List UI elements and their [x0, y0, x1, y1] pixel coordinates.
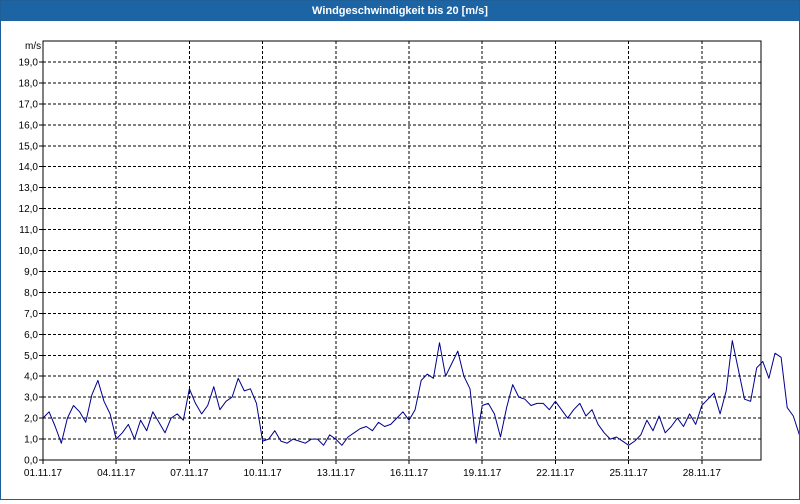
x-tick-label: 01.11.17 — [24, 468, 63, 479]
y-tick-label: 18,0 — [19, 78, 39, 89]
y-tick-label: 7,0 — [24, 309, 38, 320]
chart-window: Windgeschwindigkeit bis 20 [m/s] m/s 0,0… — [0, 0, 800, 500]
plot-area: m/s 0,0 1,0 2,0 3,0 4,0 5,0 6,0 7,0 8,0 9,0 10,0 11… — [1, 21, 800, 499]
window-title: Windgeschwindigkeit bis 20 [m/s] — [1, 1, 799, 21]
y-tick-label: 4,0 — [24, 372, 38, 383]
wind-speed-series-line — [42, 340, 800, 446]
x-tick-label: 07.11.17 — [170, 468, 209, 479]
x-tick-label: 10.11.17 — [244, 468, 283, 479]
x-tick-label: 04.11.17 — [97, 468, 136, 479]
y-tick-label: 17,0 — [19, 99, 39, 110]
x-tick-label: 19.11.17 — [463, 468, 502, 479]
y-tick-label: 16,0 — [19, 120, 39, 131]
y-tick-label: 14,0 — [19, 162, 39, 173]
x-tick-label: 25.11.17 — [610, 468, 649, 479]
y-tick-label: 12,0 — [19, 204, 39, 215]
x-tick-label: 28.11.17 — [683, 468, 722, 479]
y-tick-label: 8,0 — [24, 288, 38, 299]
x-tick-label: 13.11.17 — [317, 468, 356, 479]
y-tick-label: 2,0 — [24, 414, 38, 425]
y-tick-label: 10,0 — [19, 246, 39, 257]
y-tick-label: 13,0 — [19, 183, 39, 194]
y-tick-label: 5,0 — [24, 351, 38, 362]
y-tick-label: 11,0 — [19, 225, 38, 236]
x-tick-label: 22.11.17 — [536, 468, 575, 479]
y-axis-unit-label: m/s — [25, 41, 41, 52]
y-tick-label: 19,0 — [19, 57, 39, 68]
x-tick-label: 16.11.17 — [390, 468, 429, 479]
y-tick-label: 3,0 — [24, 393, 38, 404]
y-tick-label: 9,0 — [24, 267, 38, 278]
y-tick-label: 0,0 — [24, 456, 38, 467]
y-tick-label: 1,0 — [24, 435, 38, 446]
y-tick-label: 15,0 — [19, 141, 39, 152]
wind-speed-chart: m/s 0,0 1,0 2,0 3,0 4,0 5,0 6,0 7,0 8,0 9,0 10,0 11… — [19, 40, 800, 479]
y-tick-label: 6,0 — [24, 330, 38, 341]
